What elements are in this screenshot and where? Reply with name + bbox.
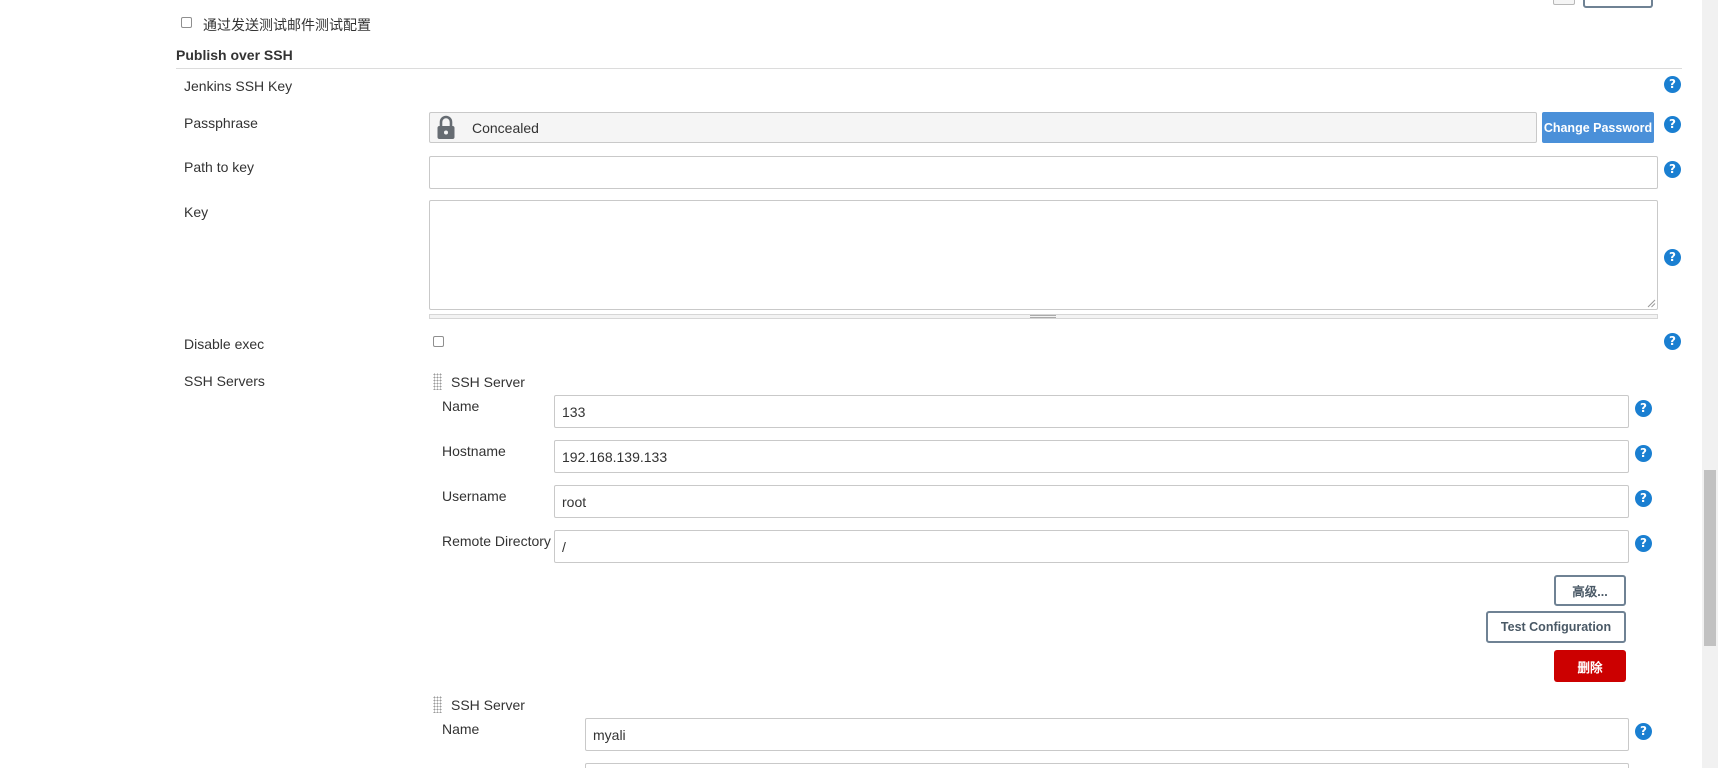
help-icon[interactable]: ?: [1664, 116, 1681, 133]
server-name-label: Name: [442, 721, 480, 737]
jenkins-ssh-key-label: Jenkins SSH Key: [184, 78, 293, 94]
vertical-scrollbar[interactable]: [1702, 0, 1718, 768]
username-label: Username: [442, 488, 507, 504]
email-test-checkbox[interactable]: [181, 17, 192, 28]
help-icon[interactable]: ?: [1664, 161, 1681, 178]
remote-directory-input[interactable]: /: [554, 530, 1629, 563]
section-divider: [176, 68, 1682, 69]
scrollbar-thumb[interactable]: [1704, 470, 1716, 646]
help-icon[interactable]: ?: [1664, 333, 1681, 350]
change-password-button[interactable]: Change Password: [1542, 112, 1654, 143]
server-name-input[interactable]: 133: [554, 395, 1629, 428]
disable-exec-checkbox[interactable]: [433, 336, 444, 347]
email-test-label: 通过发送测试邮件测试配置: [203, 17, 371, 33]
remote-directory-label: Remote Directory: [442, 533, 551, 549]
ssh-server-header: SSH Server: [451, 374, 525, 390]
top-partial-button[interactable]: [1583, 0, 1653, 8]
help-icon[interactable]: ?: [1635, 535, 1652, 552]
jenkins-config-page: 通过发送测试邮件测试配置 Publish over SSH Jenkins SS…: [0, 0, 1718, 768]
expand-handle-grip-icon: [1030, 315, 1056, 318]
section-title-publish-over-ssh: Publish over SSH: [176, 47, 293, 63]
help-icon[interactable]: ?: [1664, 249, 1681, 266]
lock-icon: [437, 115, 455, 139]
key-label: Key: [184, 204, 209, 220]
drag-handle-icon[interactable]: [433, 373, 442, 390]
path-to-key-input[interactable]: [429, 156, 1658, 189]
textarea-resize-grip-icon[interactable]: [1647, 299, 1656, 308]
help-icon[interactable]: ?: [1635, 723, 1652, 740]
drag-handle-icon[interactable]: [433, 696, 442, 713]
server-name-label: Name: [442, 398, 480, 414]
username-input[interactable]: root: [554, 485, 1629, 518]
help-icon[interactable]: ?: [1635, 490, 1652, 507]
passphrase-label: Passphrase: [184, 115, 258, 131]
delete-button[interactable]: 删除: [1554, 650, 1626, 682]
top-partial-checkbox[interactable]: [1553, 0, 1575, 5]
textarea-expand-handle[interactable]: [429, 314, 1658, 319]
hostname-input[interactable]: 192.168.139.133: [554, 440, 1629, 473]
key-textarea[interactable]: [429, 200, 1658, 310]
ssh-server-header: SSH Server: [451, 697, 525, 713]
hostname-label: Hostname: [442, 443, 506, 459]
test-configuration-button[interactable]: Test Configuration: [1486, 611, 1626, 643]
advanced-button[interactable]: 高级...: [1554, 575, 1626, 606]
next-field-input-partial[interactable]: [585, 763, 1629, 768]
help-icon[interactable]: ?: [1635, 400, 1652, 417]
passphrase-concealed-field: Concealed: [429, 112, 1537, 143]
help-icon[interactable]: ?: [1664, 76, 1681, 93]
path-to-key-label: Path to key: [184, 159, 255, 175]
help-icon[interactable]: ?: [1635, 445, 1652, 462]
disable-exec-label: Disable exec: [184, 336, 265, 352]
passphrase-value: Concealed: [472, 119, 539, 136]
server-name-input[interactable]: myali: [585, 718, 1629, 751]
ssh-servers-label: SSH Servers: [184, 373, 265, 389]
